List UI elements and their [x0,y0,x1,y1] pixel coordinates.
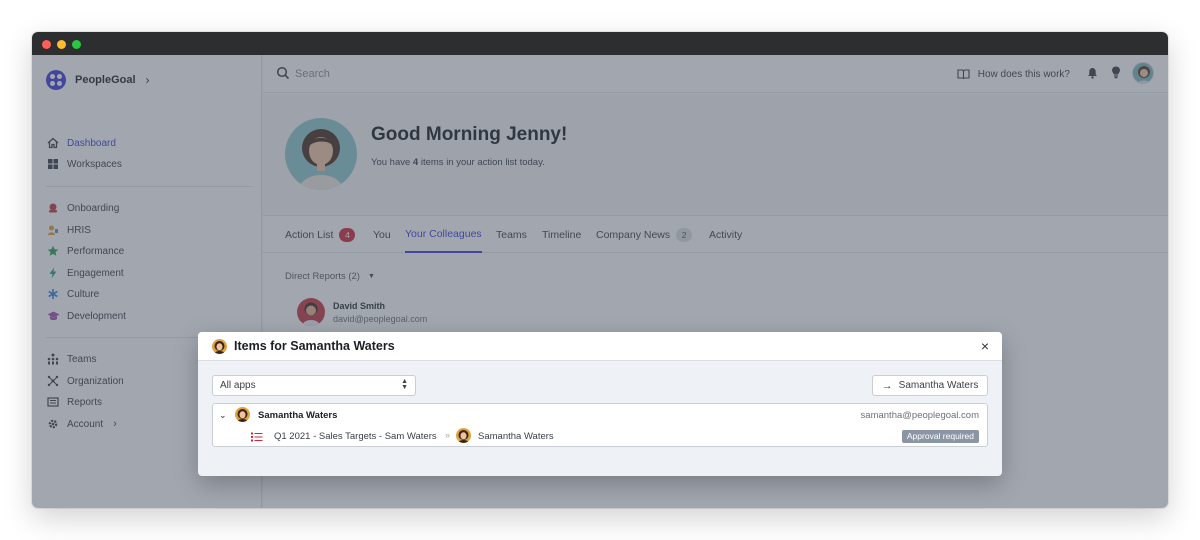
list-icon [251,432,263,442]
close-icon[interactable]: × [977,338,993,354]
app-filter-select[interactable]: All apps ▲ ▼ [212,375,416,396]
title-bar [32,32,1168,55]
item-title-link[interactable]: Q1 2021 - Sales Targets - Sam Waters [274,431,437,442]
samantha-avatar [212,339,227,354]
modal-header: Items for Samantha Waters × [198,332,1002,361]
item-owner: Samantha Waters [478,431,554,442]
select-arrows-icon: ▲ ▼ [401,378,408,391]
arrow-right-icon: → [881,379,893,392]
maximize-window-button[interactable] [72,40,81,49]
go-to-user-button[interactable]: → Samantha Waters [872,375,988,396]
close-window-button[interactable] [42,40,51,49]
app-filter-value: All apps [220,380,256,391]
breadcrumb-separator: » [445,430,451,440]
go-to-user-label: Samantha Waters [898,380,979,391]
minimize-window-button[interactable] [57,40,66,49]
samantha-avatar [235,407,250,422]
chevron-down-icon[interactable]: ⌄ [219,410,227,421]
user-name: Samantha Waters [258,410,338,421]
items-modal: Items for Samantha Waters × All apps ▲ ▼ … [198,332,1002,476]
samantha-avatar [456,428,471,443]
status-badge: Approval required [901,430,979,443]
items-list: ⌄ Samantha Waters samantha@peoplegoal.co… [212,403,988,447]
user-email: samantha@peoplegoal.com [860,410,979,421]
modal-title: Items for Samantha Waters [234,339,395,353]
